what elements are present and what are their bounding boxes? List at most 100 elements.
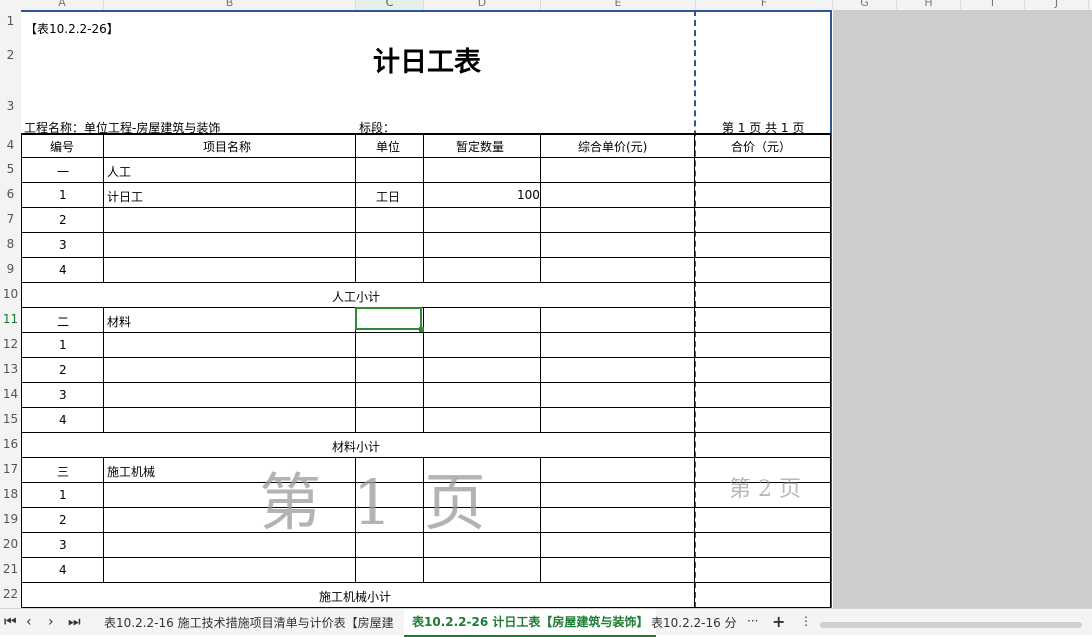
options-icon[interactable]: ⋮: [800, 614, 812, 628]
sheet-title: 计日工表: [373, 47, 481, 78]
item-no: 3: [59, 238, 67, 252]
row-20[interactable]: 20: [0, 537, 21, 551]
row-11[interactable]: 11: [0, 312, 21, 326]
item-no: 1: [59, 188, 67, 202]
row-22[interactable]: 22: [0, 587, 21, 601]
row-5[interactable]: 5: [0, 162, 21, 176]
col-A[interactable]: A: [21, 0, 104, 10]
item-no: 4: [59, 263, 67, 277]
vline-A: [103, 457, 104, 582]
sheet-tab-bar: ⏮ ‹ › ⏭ 表10.2.2-16 施工技术措施项目清单与计价表【房屋建 表1…: [0, 608, 1092, 637]
hline: [21, 432, 831, 433]
vline-right: [830, 133, 831, 608]
row-7[interactable]: 7: [0, 212, 21, 226]
row-15[interactable]: 15: [0, 412, 21, 426]
row-13[interactable]: 13: [0, 362, 21, 376]
col-G[interactable]: G: [833, 0, 897, 10]
col-B[interactable]: B: [104, 0, 356, 10]
row-1[interactable]: 1: [0, 14, 21, 28]
hline: [21, 382, 831, 383]
last-sheet-icon[interactable]: ⏭: [68, 614, 81, 630]
hline: [21, 282, 831, 283]
item-no: 3: [59, 538, 67, 552]
page-break-top-line: [21, 10, 831, 12]
hline: [21, 407, 831, 408]
hline: [21, 232, 831, 233]
page-1-watermark: 第 1 页: [259, 466, 492, 539]
item-no: 2: [59, 213, 67, 227]
col-E[interactable]: E: [541, 0, 696, 10]
item-no: 1: [59, 488, 67, 502]
horizontal-scrollbar[interactable]: [820, 622, 1082, 628]
row-2[interactable]: 2: [0, 48, 21, 62]
col-H[interactable]: H: [897, 0, 961, 10]
outside-print-area[interactable]: [833, 10, 1092, 608]
row-16[interactable]: 16: [0, 437, 21, 451]
row-6[interactable]: 6: [0, 187, 21, 201]
section-name: 材料: [107, 315, 132, 329]
table-top-border: [21, 133, 831, 135]
row-4[interactable]: 4: [0, 138, 21, 152]
row-9[interactable]: 9: [0, 262, 21, 276]
vline-after-E: [694, 133, 695, 608]
row-18[interactable]: 18: [0, 487, 21, 501]
vline-C: [423, 307, 424, 432]
sheet-tab[interactable]: 表10.2.2-16 分部: [651, 614, 737, 631]
row-19[interactable]: 19: [0, 512, 21, 526]
row-10[interactable]: 10: [0, 287, 21, 301]
table-ref-label: 【表10.2.2-26】: [25, 22, 119, 36]
subtotal-label: 施工机械小计: [319, 590, 392, 604]
item-qty: 100: [517, 188, 540, 202]
item-no: 1: [59, 338, 67, 352]
row-17[interactable]: 17: [0, 462, 21, 476]
col-D[interactable]: D: [424, 0, 541, 10]
spreadsheet-grid[interactable]: 【表10.2.2-26】 计日工表 工程名称：单位工程-房屋建筑与装饰 标段： …: [21, 10, 833, 608]
header-name: 项目名称: [203, 140, 252, 154]
item-name: 计日工: [107, 190, 144, 204]
row-header-bar: 1 2 3 4 5 6 7 8 9 10 11 12 13 14 15 16 1…: [0, 10, 22, 608]
row-12[interactable]: 12: [0, 337, 21, 351]
hline: [21, 157, 831, 158]
vline-C: [423, 133, 424, 282]
row-8[interactable]: 8: [0, 237, 21, 251]
col-I[interactable]: I: [961, 0, 1025, 10]
col-F[interactable]: F: [696, 0, 833, 10]
selected-cell[interactable]: [355, 307, 424, 332]
hline: [21, 357, 831, 358]
section-no: 一: [57, 165, 70, 179]
header-unit: 单位: [376, 140, 401, 154]
vline-D: [540, 307, 541, 432]
vline-left: [21, 133, 22, 608]
hline: [21, 257, 831, 258]
add-sheet-button[interactable]: +: [772, 612, 785, 631]
col-J[interactable]: J: [1025, 0, 1089, 10]
subtotal-label: 人工小计: [332, 290, 381, 304]
vline-B: [355, 133, 356, 282]
row-14[interactable]: 14: [0, 387, 21, 401]
row-3[interactable]: 3: [0, 99, 21, 113]
section-no: 三: [57, 465, 70, 479]
sheet-tab[interactable]: 表10.2.2-16 施工技术措施项目清单与计价表【房屋建: [104, 614, 394, 631]
vline-A: [103, 133, 104, 282]
prev-sheet-icon[interactable]: ‹: [26, 614, 32, 630]
header-no: 编号: [50, 140, 75, 154]
more-tabs-button[interactable]: ···: [747, 614, 758, 628]
header-qty: 暂定数量: [456, 140, 505, 154]
row-21[interactable]: 21: [0, 562, 21, 576]
hline: [21, 182, 831, 183]
item-no: 4: [59, 413, 67, 427]
section-name: 人工: [107, 165, 132, 179]
next-sheet-icon[interactable]: ›: [48, 614, 54, 630]
header-total: 合价（元）: [731, 140, 792, 154]
vline-A: [103, 307, 104, 432]
hline: [21, 557, 831, 558]
first-sheet-icon[interactable]: ⏮: [4, 614, 17, 630]
item-no: 2: [59, 363, 67, 377]
hline: [21, 332, 831, 333]
page-2-watermark: 第 2 页: [729, 477, 801, 502]
item-no: 3: [59, 388, 67, 402]
section-name: 施工机械: [107, 465, 156, 479]
sheet-tab-active[interactable]: 表10.2.2-26 计日工表【房屋建筑与装饰】: [404, 609, 657, 637]
item-no: 4: [59, 563, 67, 577]
hline: [21, 582, 831, 583]
